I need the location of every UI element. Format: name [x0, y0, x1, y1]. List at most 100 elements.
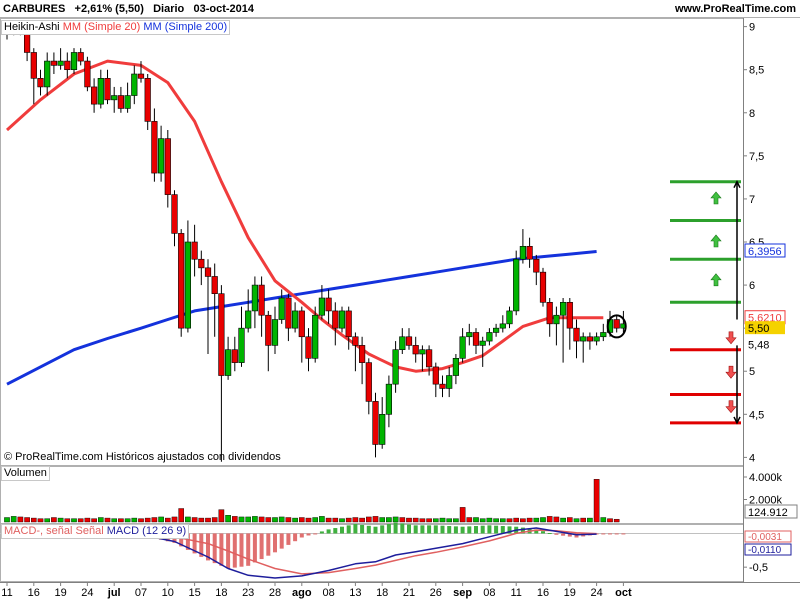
macd-hist-bar	[467, 526, 472, 534]
volume-bar	[278, 516, 285, 523]
volume-bar	[573, 518, 580, 523]
volume-bar	[258, 516, 265, 523]
candle-body	[198, 258, 205, 269]
date-tick-label: ago	[292, 587, 312, 599]
candle-body	[245, 310, 252, 329]
candle-body	[439, 383, 446, 389]
macd-hist-bar	[252, 533, 257, 563]
candle-body	[593, 336, 600, 342]
candle-body	[385, 383, 393, 415]
date-tick-label: sep	[453, 587, 472, 599]
candle-body	[37, 78, 44, 88]
macd-hist-bar	[212, 533, 217, 564]
volume-bar	[292, 517, 298, 523]
macd-hist-bar	[239, 533, 244, 567]
date-tick-label: 08	[483, 587, 495, 599]
date-tick-label: 26	[430, 587, 442, 599]
volume-bar	[580, 517, 586, 523]
candle-body	[144, 78, 151, 122]
candles-group	[3, 22, 627, 462]
candle-body	[44, 60, 51, 88]
date-tick-label: oct	[615, 587, 632, 599]
volume-bar	[600, 517, 607, 523]
volume-bar	[44, 518, 50, 523]
candle-body	[519, 246, 526, 260]
candle-body	[151, 121, 158, 174]
volume-bar	[158, 516, 164, 523]
candle-body	[291, 310, 299, 329]
volume-bar	[185, 516, 191, 523]
volume-bar	[553, 516, 560, 523]
date-tick-label: jul	[107, 587, 121, 599]
date-tick-label: 15	[188, 587, 200, 599]
small-down-arrow	[725, 365, 737, 379]
macd-hist-bar	[494, 525, 499, 534]
candle-body	[459, 336, 466, 359]
pane-frame	[0, 466, 744, 524]
last-price-tag: 5,50	[748, 323, 769, 335]
macd-signal-value: -0,0031	[748, 532, 782, 543]
candle-body	[526, 246, 533, 260]
volume-bar	[131, 517, 138, 523]
macd-hist-bar	[407, 524, 411, 534]
macd-hist-bar	[474, 526, 478, 534]
candle-body	[472, 332, 480, 346]
price-tick-label: 9	[749, 22, 755, 34]
candle-body	[412, 345, 419, 355]
macd-value: -0,0110	[748, 545, 782, 556]
candle-body	[466, 332, 473, 338]
volume-bar	[433, 518, 439, 523]
volume-bar	[10, 516, 17, 523]
macd-hist-bar	[279, 533, 284, 549]
candle-body	[352, 336, 359, 346]
small-up-arrow	[710, 234, 722, 248]
volume-bar	[453, 518, 459, 523]
macd-hist-bar	[601, 533, 606, 535]
small-down-arrow	[725, 400, 737, 414]
candle-body	[305, 336, 312, 359]
candle-body	[64, 60, 71, 70]
volume-bar	[332, 517, 339, 523]
candle-body	[486, 332, 493, 342]
volume-bar	[613, 518, 620, 523]
legend-signal: Señal	[75, 525, 104, 537]
volume-bar	[439, 517, 446, 523]
macd-hist-bar	[547, 532, 552, 534]
candle-body	[559, 302, 567, 316]
volume-bar	[493, 518, 499, 523]
volume-bar	[486, 517, 493, 523]
volume-bar	[587, 517, 593, 523]
candle-body	[546, 302, 553, 325]
volume-legend: Volumen	[1, 466, 50, 481]
macd-hist-bar	[353, 524, 358, 534]
volume-bar	[238, 516, 245, 523]
volume-bar	[252, 516, 258, 523]
macd-hist-bar	[614, 533, 619, 535]
candle-body	[298, 310, 305, 338]
volume-last-value: 124.912	[748, 507, 788, 519]
price-tick-label: 5	[749, 366, 755, 378]
macd-hist-bar	[386, 524, 391, 534]
candle-body	[218, 293, 225, 376]
macd-hist-bar	[393, 522, 398, 534]
volume-bar	[138, 518, 144, 523]
candle-body	[479, 340, 486, 346]
candle-body	[539, 271, 547, 303]
volume-bar	[399, 517, 406, 523]
volume-bar	[325, 517, 332, 523]
candle-body	[238, 327, 245, 363]
macd-hist-bar	[608, 533, 612, 535]
candle-body	[399, 336, 406, 350]
low-price-tag: 5,48	[748, 340, 769, 352]
date-tick-label: 21	[403, 587, 415, 599]
macd-hist-bar	[487, 525, 492, 534]
volume-bar	[245, 516, 252, 523]
volume-bar	[299, 517, 305, 523]
volume-bar	[392, 516, 399, 523]
candle-body	[271, 319, 279, 346]
date-tick-label: 18	[376, 587, 388, 599]
volume-bar	[218, 509, 225, 523]
candle-body	[446, 375, 453, 389]
price-tick-label: 7	[749, 194, 755, 206]
volume-bar	[151, 517, 158, 523]
